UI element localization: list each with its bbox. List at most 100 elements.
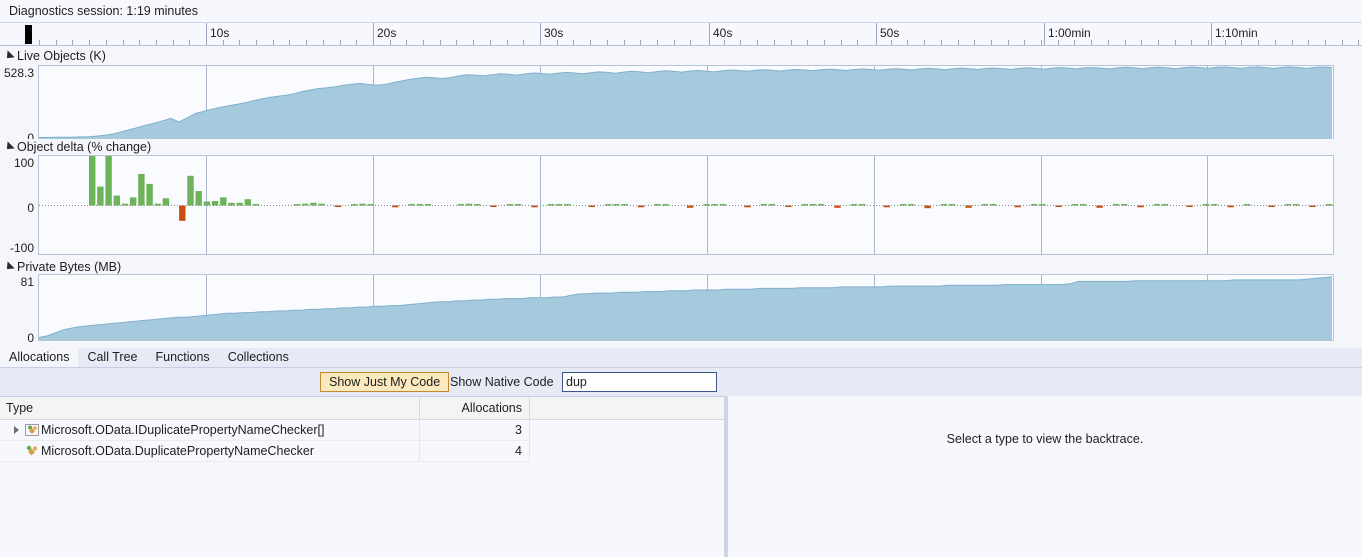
ruler-minor-tick [690,40,691,45]
ruler-minor-tick [1275,40,1276,45]
ruler-minor-tick [557,40,558,45]
ruler-minor-tick [724,40,725,45]
table-cell-type[interactable]: Microsoft.OData.IDuplicatePropertyNameCh… [0,420,420,441]
ruler-minor-tick [106,40,107,45]
axis-min-private-bytes: 0 [27,331,34,345]
backtrace-pane: Select a type to view the backtrace. [728,396,1362,557]
search-input[interactable] [562,372,717,392]
graph-title-object-delta[interactable]: Object delta (% change) [0,139,1362,155]
ruler-minor-tick [56,40,57,45]
ruler-minor-tick [1108,40,1109,45]
graph-title-private-bytes[interactable]: Private Bytes (MB) [0,259,1362,275]
ruler-minor-tick [89,40,90,45]
show-native-code-button[interactable]: Show Native Code [446,372,558,392]
ruler-minor-tick [924,40,925,45]
ruler-minor-tick [1292,40,1293,45]
tab-functions[interactable]: Functions [146,347,218,367]
ruler-minor-tick [657,40,658,45]
ruler-minor-tick [72,40,73,45]
ruler-minor-tick [941,40,942,45]
ruler-major-tick: 40s [709,23,732,45]
graph-object-delta[interactable] [38,155,1334,255]
axis-max-private-bytes: 81 [20,275,34,289]
column-header-allocations[interactable]: Allocations [420,397,530,419]
collapse-triangle-icon[interactable] [3,261,15,273]
diagnostics-session-header: Diagnostics session: 1:19 minutes [0,0,1362,23]
ruler-minor-tick [1074,40,1075,45]
ruler-minor-tick [974,40,975,45]
analysis-tabstrip[interactable]: Allocations Call Tree Functions Collecti… [0,347,1362,368]
ruler-minor-tick [640,40,641,45]
ruler-minor-tick [958,40,959,45]
table-row[interactable]: Microsoft.OData.DuplicatePropertyNameChe… [0,441,724,462]
ruler-minor-tick [1241,40,1242,45]
ruler-minor-tick [473,40,474,45]
show-just-my-code-button[interactable]: Show Just My Code [320,372,450,392]
ruler-minor-tick [1358,40,1359,45]
ruler-minor-tick [1091,40,1092,45]
graph-live-objects[interactable] [38,65,1334,140]
ruler-minor-tick [857,40,858,45]
tab-call-tree[interactable]: Call Tree [78,347,146,367]
ruler-minor-tick [323,40,324,45]
ruler-minor-tick [607,40,608,45]
column-header-type[interactable]: Type [0,397,420,419]
ruler-minor-tick [1008,40,1009,45]
ruler-minor-tick [907,40,908,45]
ruler-minor-tick [173,40,174,45]
table-cell-type-label: Microsoft.OData.DuplicatePropertyNameChe… [41,444,315,458]
ruler-minor-tick [39,40,40,45]
table-header-row: Type Allocations [0,397,724,420]
row-expander[interactable] [10,420,23,441]
ruler-minor-tick [139,40,140,45]
ruler-minor-tick [406,40,407,45]
ruler-minor-tick [306,40,307,45]
tab-collections[interactable]: Collections [219,347,298,367]
graph-title-live-objects[interactable]: Live Objects (K) [0,48,1362,64]
tab-allocations[interactable]: Allocations [0,347,79,367]
ruler-minor-tick [891,40,892,45]
collapse-triangle-icon[interactable] [3,141,15,153]
ruler-minor-tick [1308,40,1309,45]
ruler-minor-tick [807,40,808,45]
timeline-ruler[interactable]: 10s 20s 30s 40s 50s 1:00min 1:10min [0,23,1362,46]
ruler-minor-tick [757,40,758,45]
ruler-minor-tick [507,40,508,45]
ruler-minor-tick [490,40,491,45]
ruler-minor-tick [841,40,842,45]
axis-max-object-delta: 100 [13,156,34,170]
ruler-minor-tick [573,40,574,45]
ruler-minor-tick [273,40,274,45]
ruler-major-tick: 30s [540,23,563,45]
ruler-minor-tick [289,40,290,45]
ruler-minor-tick [1191,40,1192,45]
table-cell-type[interactable]: Microsoft.OData.DuplicatePropertyNameChe… [0,441,420,462]
timeline-selection-marker[interactable] [25,25,32,44]
graph-title-label: Private Bytes (MB) [17,260,122,274]
class-icon [23,444,41,458]
ruler-minor-tick [239,40,240,45]
types-table-pane: Type Allocations Microsoft.OData.IDuplic… [0,396,724,557]
table-row[interactable]: Microsoft.OData.IDuplicatePropertyNameCh… [0,420,724,441]
ruler-minor-tick [740,40,741,45]
chevron-right-icon[interactable] [14,426,19,434]
ruler-minor-tick [189,40,190,45]
ruler-minor-tick [456,40,457,45]
axis-mid-object-delta: 0 [27,201,34,215]
ruler-minor-tick [1024,40,1025,45]
ruler-minor-tick [774,40,775,45]
ruler-minor-tick [390,40,391,45]
ruler-minor-tick [1041,40,1042,45]
ruler-tick-label: 10s [210,26,230,40]
ruler-minor-tick [123,40,124,45]
graph-title-label: Live Objects (K) [17,49,106,63]
ruler-tick-label: 50s [880,26,900,40]
ruler-minor-tick [1325,40,1326,45]
ruler-minor-tick [1225,40,1226,45]
graph-private-bytes[interactable] [38,274,1334,341]
collapse-triangle-icon[interactable] [3,50,15,62]
ruler-minor-tick [1208,40,1209,45]
ruler-minor-tick [440,40,441,45]
backtrace-empty-message: Select a type to view the backtrace. [946,432,1144,446]
ruler-tick-label: 30s [544,26,564,40]
